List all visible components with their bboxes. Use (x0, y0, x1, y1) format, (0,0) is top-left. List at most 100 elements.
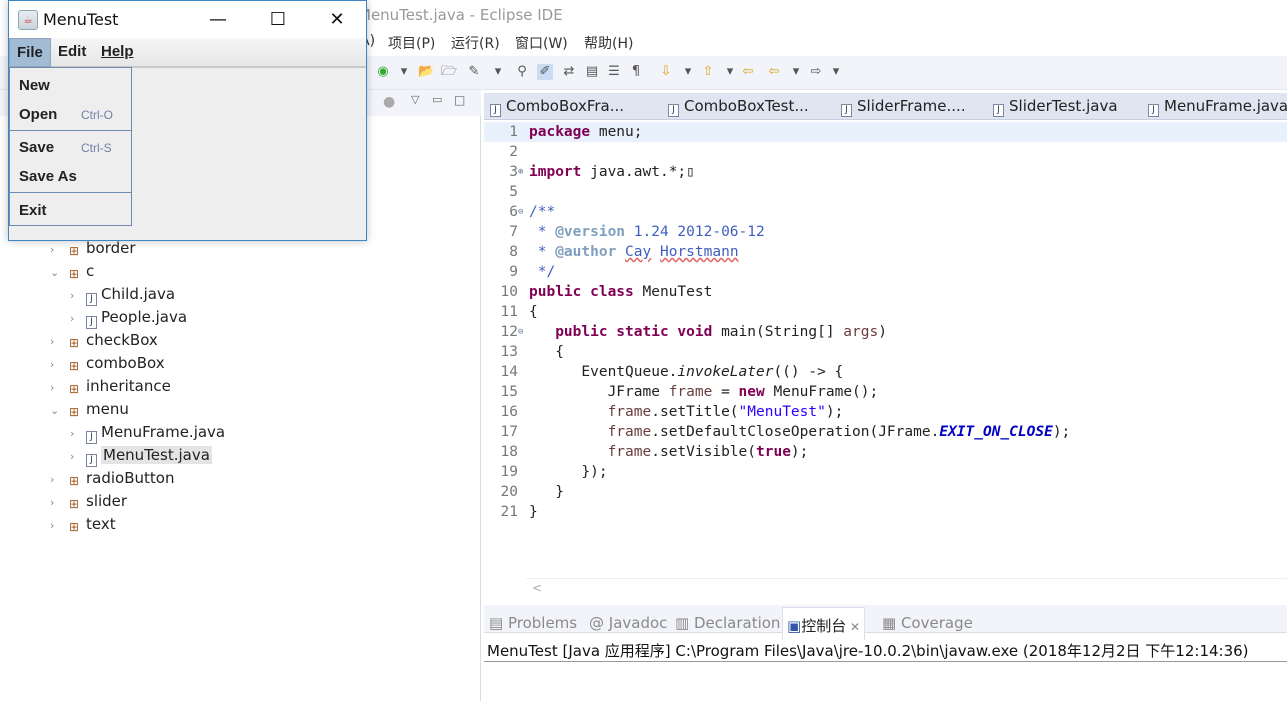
code-line[interactable]: 10 public class MenuTest (484, 282, 1287, 302)
pin-icon[interactable]: ⚲ (514, 64, 530, 80)
code-line[interactable]: 11 { (484, 302, 1287, 322)
dropdown-icon[interactable]: ▾ (722, 64, 738, 80)
chevron-right-icon[interactable]: › (70, 285, 86, 307)
pilcrow-icon[interactable]: ¶ (628, 64, 644, 80)
code-line[interactable]: 21} (484, 502, 1287, 522)
chevron-right-icon[interactable]: › (70, 308, 86, 330)
code-line[interactable]: 7 * @version 1.24 2012-06-12 (484, 222, 1287, 242)
tree-package[interactable]: › ⊞ checkBox (50, 329, 158, 351)
tree-file[interactable]: › J Child.java (70, 283, 175, 307)
focus-icon[interactable]: ● (383, 94, 395, 110)
forward-icon[interactable]: ⇨ (808, 64, 824, 80)
minimize-button[interactable]: — (198, 7, 238, 33)
dropdown-icon[interactable]: ▾ (396, 64, 412, 80)
open-folder-icon[interactable]: 🗁 (441, 64, 457, 80)
tree-package[interactable]: ⌄ ⊞ menu (50, 398, 129, 420)
window-title-bar[interactable]: ☕ MenuTest — ☐ ✕ (9, 1, 366, 38)
chevron-right-icon[interactable]: › (70, 423, 86, 445)
prev-annotation-icon[interactable]: ⇧ (700, 64, 716, 80)
view-menu-icon[interactable]: ▽ (411, 93, 419, 106)
menu-item-project[interactable]: 项目(P) (388, 33, 435, 53)
menu-item-run[interactable]: 运行(R) (451, 33, 500, 53)
tree-package[interactable]: ⌄ ⊞ c (50, 260, 94, 282)
tab-menuframe[interactable]: J MenuFrame.java (1148, 97, 1287, 117)
block-icon[interactable]: ☰ (606, 64, 622, 80)
chevron-right-icon[interactable]: › (50, 239, 66, 261)
outline-icon[interactable]: ▤ (584, 64, 600, 80)
code-line[interactable]: 17 frame.setDefaultCloseOperation(JFrame… (484, 422, 1287, 442)
code-line[interactable]: 5 (484, 182, 1287, 202)
menu-item-save-as[interactable]: Save As (10, 162, 131, 190)
dropdown-icon[interactable]: ▾ (788, 64, 804, 80)
chevron-right-icon[interactable]: › (50, 492, 66, 514)
menu-item-new[interactable]: New (10, 71, 131, 99)
chevron-right-icon[interactable]: › (50, 469, 66, 491)
menu-help[interactable]: Help (94, 38, 141, 67)
chevron-down-icon[interactable]: ⌄ (50, 400, 66, 422)
run-icon[interactable]: ◉ (375, 64, 391, 80)
code-line[interactable]: 12 ⊖ public static void main(String[] arg… (484, 322, 1287, 342)
open-project-icon[interactable]: 📂 (418, 64, 434, 80)
menu-item-save[interactable]: Save Ctrl-S (10, 133, 131, 161)
horizontal-scrollbar[interactable]: < (526, 578, 1287, 598)
chevron-right-icon[interactable]: › (70, 446, 86, 468)
code-line[interactable]: 8 * @author Cay Horstmann (484, 242, 1287, 262)
menu-item-open[interactable]: Open Ctrl-O (10, 100, 131, 128)
code-line[interactable]: 3 ⊕ import java.awt.*;▯ (484, 162, 1287, 182)
code-line[interactable]: 15 JFrame frame = new MenuFrame(); (484, 382, 1287, 402)
tab-comboboxframe[interactable]: J ComboBoxFra... (490, 97, 624, 117)
maximize-icon[interactable]: □ (454, 93, 465, 107)
maximize-button[interactable]: ☐ (258, 7, 298, 33)
next-annotation-icon[interactable]: ⇩ (658, 64, 674, 80)
chevron-right-icon[interactable]: › (50, 331, 66, 353)
tree-file[interactable]: › J People.java (70, 306, 187, 330)
highlight-icon[interactable]: ✐ (537, 64, 553, 80)
wand-icon[interactable]: ✎ (466, 64, 482, 80)
menu-edit[interactable]: Edit (51, 38, 93, 67)
code-line[interactable]: 14 EventQueue.invokeLater(() -> { (484, 362, 1287, 382)
menu-item-exit[interactable]: Exit (10, 196, 131, 224)
tree-package[interactable]: › ⊞ slider (50, 490, 127, 512)
tab-sliderframe[interactable]: J SliderFrame.... (841, 97, 966, 117)
tab-declaration[interactable]: ▥ Declaration (675, 614, 780, 632)
dropdown-icon[interactable]: ▾ (828, 64, 844, 80)
close-tab-icon[interactable]: ✕ (846, 620, 860, 634)
tree-file[interactable]: › J MenuFrame.java (70, 421, 225, 445)
chevron-right-icon[interactable]: › (50, 515, 66, 537)
collapse-fold-icon[interactable]: ⊖ (518, 322, 523, 342)
tab-problems[interactable]: ▤ Problems (489, 614, 577, 632)
code-line[interactable]: 13 { (484, 342, 1287, 362)
expand-fold-icon[interactable]: ⊕ (518, 162, 523, 182)
menu-item-window[interactable]: 窗口(W) (515, 33, 568, 53)
tab-console[interactable]: ▣控制台 ✕ (782, 607, 866, 640)
tree-package[interactable]: › ⊞ inheritance (50, 375, 171, 397)
back-icon[interactable]: ⇦ (766, 64, 782, 80)
tree-package[interactable]: › ⊞ comboBox (50, 352, 165, 374)
tab-coverage[interactable]: ▦ Coverage (882, 614, 973, 632)
chevron-right-icon[interactable]: › (50, 354, 66, 376)
tab-javadoc[interactable]: @ Javadoc (589, 614, 667, 632)
code-line[interactable]: 19 }); (484, 462, 1287, 482)
chevron-right-icon[interactable]: › (50, 377, 66, 399)
code-line[interactable]: 1 package menu; (484, 122, 1287, 142)
back-edit-icon[interactable]: ⇦ (740, 64, 756, 80)
tab-slidertest[interactable]: J SliderTest.java (993, 97, 1118, 117)
code-line[interactable]: 6 ⊖ /** (484, 202, 1287, 222)
code-line[interactable]: 20 } (484, 482, 1287, 502)
link-icon[interactable]: ⇄ (561, 64, 577, 80)
tab-comboboxtest[interactable]: J ComboBoxTest... (668, 97, 809, 117)
chevron-down-icon[interactable]: ⌄ (50, 262, 66, 284)
collapse-fold-icon[interactable]: ⊖ (518, 202, 523, 222)
tree-package[interactable]: › ⊞ radioButton (50, 467, 174, 489)
minimize-icon[interactable]: ▭ (432, 93, 442, 106)
tree-package[interactable]: › ⊞ text (50, 513, 116, 535)
dropdown-icon[interactable]: ▾ (680, 64, 696, 80)
code-line[interactable]: 2 (484, 142, 1287, 162)
close-button[interactable]: ✕ (317, 7, 357, 33)
code-line[interactable]: 18 frame.setVisible(true); (484, 442, 1287, 462)
scroll-left-icon[interactable]: < (532, 581, 542, 595)
code-line[interactable]: 9 */ (484, 262, 1287, 282)
menu-file[interactable]: File (9, 38, 51, 67)
menu-item-help[interactable]: 帮助(H) (584, 33, 633, 53)
tree-file[interactable]: › J MenuTest.java (70, 444, 212, 468)
